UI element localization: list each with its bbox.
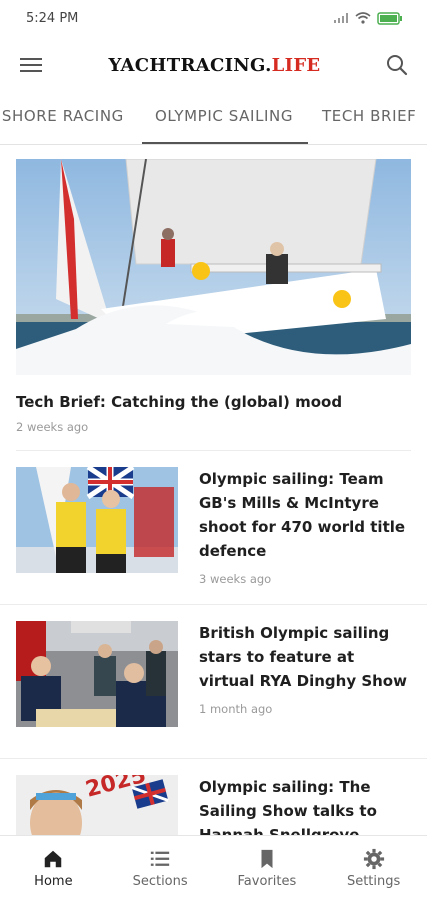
menu-icon[interactable]: [18, 55, 44, 75]
tab-inshore-racing[interactable]: INSHORE RACING: [0, 107, 124, 125]
signal-icon: [334, 13, 348, 23]
list-item[interactable]: Olympic sailing: Team GB's Mills & McInt…: [0, 451, 427, 605]
nav-home-label: Home: [34, 873, 73, 889]
status-time: 5:24 PM: [26, 10, 79, 26]
nav-home[interactable]: Home: [0, 836, 107, 900]
nav-settings-label: Settings: [346, 873, 401, 889]
active-tab-indicator: [142, 142, 308, 144]
list-icon: [150, 851, 170, 866]
hero-image: [16, 159, 411, 375]
app-logo: YACHTRACING.LIFE: [109, 55, 321, 76]
article-title[interactable]: British Olympic sailing stars to feature…: [199, 621, 411, 693]
article-time: 3 weeks ago: [199, 572, 272, 586]
bottom-navigation: Home Sections Favorites Settings: [0, 835, 427, 900]
list-item[interactable]: British Olympic sailing stars to feature…: [0, 605, 427, 759]
nav-sections[interactable]: Sections: [107, 836, 214, 900]
home-icon: [45, 850, 62, 867]
wifi-icon: [355, 12, 371, 24]
tab-tech-brief[interactable]: TECH BRIEF: [322, 107, 416, 125]
nav-settings[interactable]: Settings: [320, 836, 427, 900]
status-bar: 5:24 PM: [0, 0, 427, 36]
featured-article-time: 2 weeks ago: [16, 420, 89, 434]
search-icon[interactable]: [385, 53, 409, 77]
nav-favorites-label: Favorites: [237, 873, 297, 889]
battery-icon: [377, 11, 402, 25]
article-title[interactable]: Olympic sailing: Team GB's Mills & McInt…: [199, 467, 411, 563]
logo-accent: LIFE: [271, 54, 321, 76]
article-thumbnail: [16, 621, 178, 727]
tab-olympic-sailing[interactable]: OLYMPIC SAILING: [155, 107, 293, 125]
nav-favorites[interactable]: Favorites: [214, 836, 321, 900]
nav-sections-label: Sections: [132, 873, 188, 889]
bookmark-icon: [261, 849, 273, 868]
article-thumbnail: [16, 467, 178, 573]
featured-article[interactable]: Tech Brief: Catching the (global) mood 2…: [0, 145, 427, 451]
section-tabs: INSHORE RACING OLYMPIC SAILING TECH BRIE…: [0, 94, 427, 145]
app-bar: YACHTRACING.LIFE: [0, 36, 427, 94]
logo-main: YACHTRACING.: [108, 54, 272, 76]
article-time: 1 month ago: [199, 702, 273, 716]
gear-icon: [363, 848, 384, 869]
featured-article-title[interactable]: Tech Brief: Catching the (global) mood: [16, 393, 411, 411]
